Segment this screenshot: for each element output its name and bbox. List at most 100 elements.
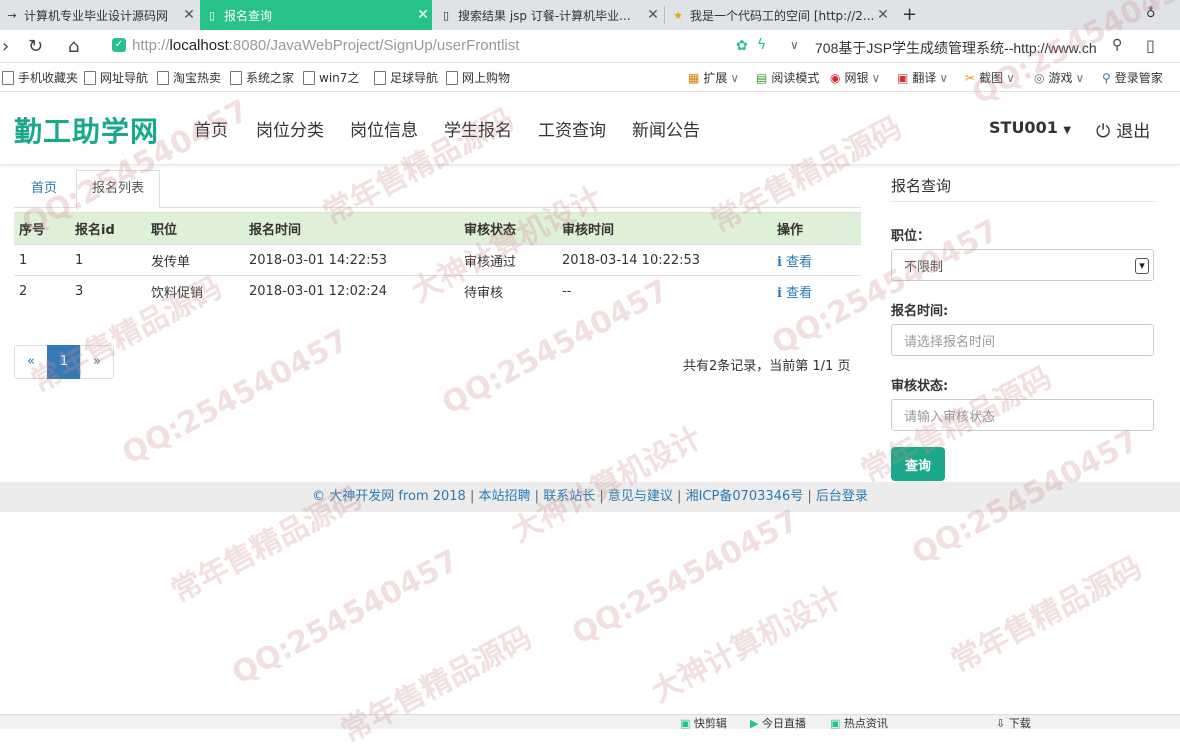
browser-tab-active[interactable]: ▯ 报名查询 ✕ — [200, 0, 432, 30]
view-link[interactable]: i 查看 — [777, 286, 812, 301]
cell-no: 1 — [14, 244, 70, 276]
signup-time-label: 报名时间: — [891, 304, 949, 319]
footer-link-jobs[interactable]: 本站招聘 — [479, 489, 531, 504]
bookmark-item[interactable]: win7之 — [303, 69, 359, 86]
footer-link-contact[interactable]: 联系站长 — [543, 489, 595, 504]
scissors-icon: ▣ — [680, 717, 691, 730]
search-icon[interactable]: ⚲ — [1112, 37, 1122, 53]
bookmark-item[interactable]: 网上购物 — [446, 69, 510, 86]
url-field[interactable]: http://localhost:8080/JavaWebProject/Sig… — [132, 37, 519, 54]
search-box[interactable]: 708基于JSP学生成绩管理系统--http://www.ch — [815, 38, 1097, 58]
page-icon — [230, 70, 242, 85]
statusbar-item[interactable]: ▣ 热点资讯 — [830, 715, 888, 731]
col-header-id: 报名id — [70, 212, 146, 245]
statusbar-item[interactable]: ▣ 快剪辑 — [680, 715, 727, 731]
page-icon — [157, 70, 169, 85]
logout-label: 退出 — [1116, 122, 1151, 142]
watermark-text: QQ:254540457 — [226, 543, 465, 692]
nav-job-category[interactable]: 岗位分类 — [256, 116, 324, 141]
scissors-icon: ✂ — [965, 70, 976, 85]
breadcrumb-tabs: 首页 报名列表 — [14, 167, 861, 209]
bookmark-label: 淘宝热卖 — [173, 71, 222, 85]
close-icon[interactable]: ✕ — [180, 7, 198, 23]
close-icon[interactable]: ✕ — [414, 7, 432, 23]
close-icon[interactable]: ✕ — [644, 7, 662, 23]
toolbar-label: 扩展 — [703, 71, 728, 85]
close-icon[interactable]: ✕ — [874, 7, 892, 23]
browser-tab[interactable]: → 计算机专业毕业设计源码网 ✕ — [0, 0, 198, 30]
page-icon: ▯ — [442, 8, 450, 22]
site-footer: © 大神开发网 from 2018 | 本站招聘 | 联系站长 | 意见与建议 … — [0, 482, 1180, 512]
url-host: localhost — [169, 37, 229, 54]
statusbar-item[interactable]: ▶ 今日直播 — [750, 715, 806, 731]
cell-time: 2018-03-01 12:02:24 — [244, 275, 459, 306]
user-menu[interactable]: STU001 ▼ — [989, 118, 1071, 137]
tab-signup-list[interactable]: 报名列表 — [76, 170, 161, 209]
view-link[interactable]: i 查看 — [777, 255, 812, 270]
query-button[interactable]: 查询 — [891, 447, 945, 481]
toolbar-item-reading-mode[interactable]: ▤ 阅读模式 — [756, 69, 819, 86]
shirt-icon[interactable]: ♁ — [1146, 6, 1156, 21]
site-brand[interactable]: 勤工助学网 — [14, 110, 159, 150]
browser-tab[interactable]: ▯ 搜索结果 jsp 订餐-计算机毕业... ✕ — [434, 0, 662, 30]
browser-tab[interactable]: ★ 我是一个代码工的空间 [http://2... ✕ — [666, 0, 892, 30]
power-icon: ⏻ — [1096, 121, 1111, 142]
toolbar-item-login-manager[interactable]: ⚲ 登录管家 — [1102, 69, 1163, 86]
footer-link-icp[interactable]: 湘ICP备0703346号 — [686, 489, 804, 504]
logout-button[interactable]: ⏻ 退出 — [1096, 117, 1150, 142]
toolbar-label: 登录管家 — [1114, 71, 1163, 85]
col-header-status: 审核状态 — [459, 212, 557, 245]
nav-student-signup[interactable]: 学生报名 — [444, 116, 512, 141]
audit-status-label: 审核状态: — [891, 379, 949, 394]
bookmark-item[interactable]: 淘宝热卖 — [157, 69, 221, 86]
page-prev-button[interactable]: « — [14, 345, 48, 379]
statusbar-label: 今日直播 — [761, 717, 806, 730]
statusbar-label: 快剪辑 — [693, 717, 727, 730]
toolbar-item-screenshot[interactable]: ✂ 截图 ∨ — [965, 69, 1015, 86]
bookmark-label: 网址导航 — [100, 71, 149, 85]
tab-title: 搜索结果 jsp 订餐-计算机毕业... — [458, 8, 631, 23]
new-tab-button[interactable]: + — [902, 4, 917, 25]
chevron-down-icon[interactable]: ∨ — [790, 38, 799, 52]
phone-icon[interactable]: ▯ — [1146, 36, 1155, 55]
key-icon: ⚲ — [1102, 70, 1111, 85]
home-icon[interactable]: ⌂ — [68, 36, 79, 57]
nav-news[interactable]: 新闻公告 — [632, 116, 700, 141]
tab-home[interactable]: 首页 — [16, 171, 72, 207]
footer-link-feedback[interactable]: 意见与建议 — [608, 489, 673, 504]
statusbar-item[interactable]: ⇩ 下载 — [996, 715, 1031, 731]
bookmark-item[interactable]: 足球导航 — [374, 69, 438, 86]
toolbar-item-extensions[interactable]: ▦ 扩展 ∨ — [688, 69, 739, 86]
browser-status-bar: ▣ 快剪辑 ▶ 今日直播 ▣ 热点资讯 ⇩ 下载 — [0, 714, 1180, 731]
forward-icon[interactable]: › — [2, 36, 9, 57]
bookmark-item[interactable]: 网址导航 — [84, 69, 148, 86]
table-row: 1 1 发传单 2018-03-01 14:22:53 审核通过 2018-03… — [14, 244, 861, 276]
translate-icon: ▣ — [897, 70, 909, 85]
lightning-icon[interactable]: ϟ — [757, 37, 766, 53]
bookmark-item[interactable]: 系统之家 — [230, 69, 294, 86]
grid-icon: ▦ — [688, 70, 700, 85]
bookmark-item[interactable]: 手机收藏夹 — [2, 69, 78, 86]
cloud-icon[interactable]: ✿ — [736, 38, 748, 54]
bookmark-label: win7之 — [319, 71, 360, 85]
toolbar-item-bank[interactable]: ◉ 网银 ∨ — [830, 69, 880, 86]
toolbar-item-games[interactable]: ◎ 游戏 ∨ — [1034, 69, 1084, 86]
page-next-button[interactable]: » — [80, 345, 114, 379]
watermark-text: 常年售精品源码 — [335, 620, 538, 750]
info-icon: i — [777, 285, 782, 301]
toolbar-item-translate[interactable]: ▣ 翻译 ∨ — [897, 69, 948, 86]
nav-job-info[interactable]: 岗位信息 — [350, 116, 418, 141]
reload-icon[interactable]: ↻ — [28, 36, 43, 57]
info-icon: i — [777, 254, 782, 270]
audit-status-input[interactable]: 请输入审核状态 — [891, 399, 1154, 431]
footer-link-admin-login[interactable]: 后台登录 — [816, 489, 868, 504]
star-icon: ★ — [673, 8, 683, 22]
position-select[interactable]: 不限制 ▾ — [891, 249, 1154, 281]
nav-salary-query[interactable]: 工资查询 — [538, 116, 606, 141]
signup-time-input[interactable]: 请选择报名时间 — [891, 324, 1154, 356]
page-number-button[interactable]: 1 — [47, 345, 81, 379]
nav-home[interactable]: 首页 — [194, 116, 228, 141]
footer-copyright[interactable]: © 大神开发网 from 2018 — [312, 489, 466, 504]
chevron-down-icon: ▾ — [1135, 258, 1149, 274]
page-icon — [374, 70, 386, 85]
